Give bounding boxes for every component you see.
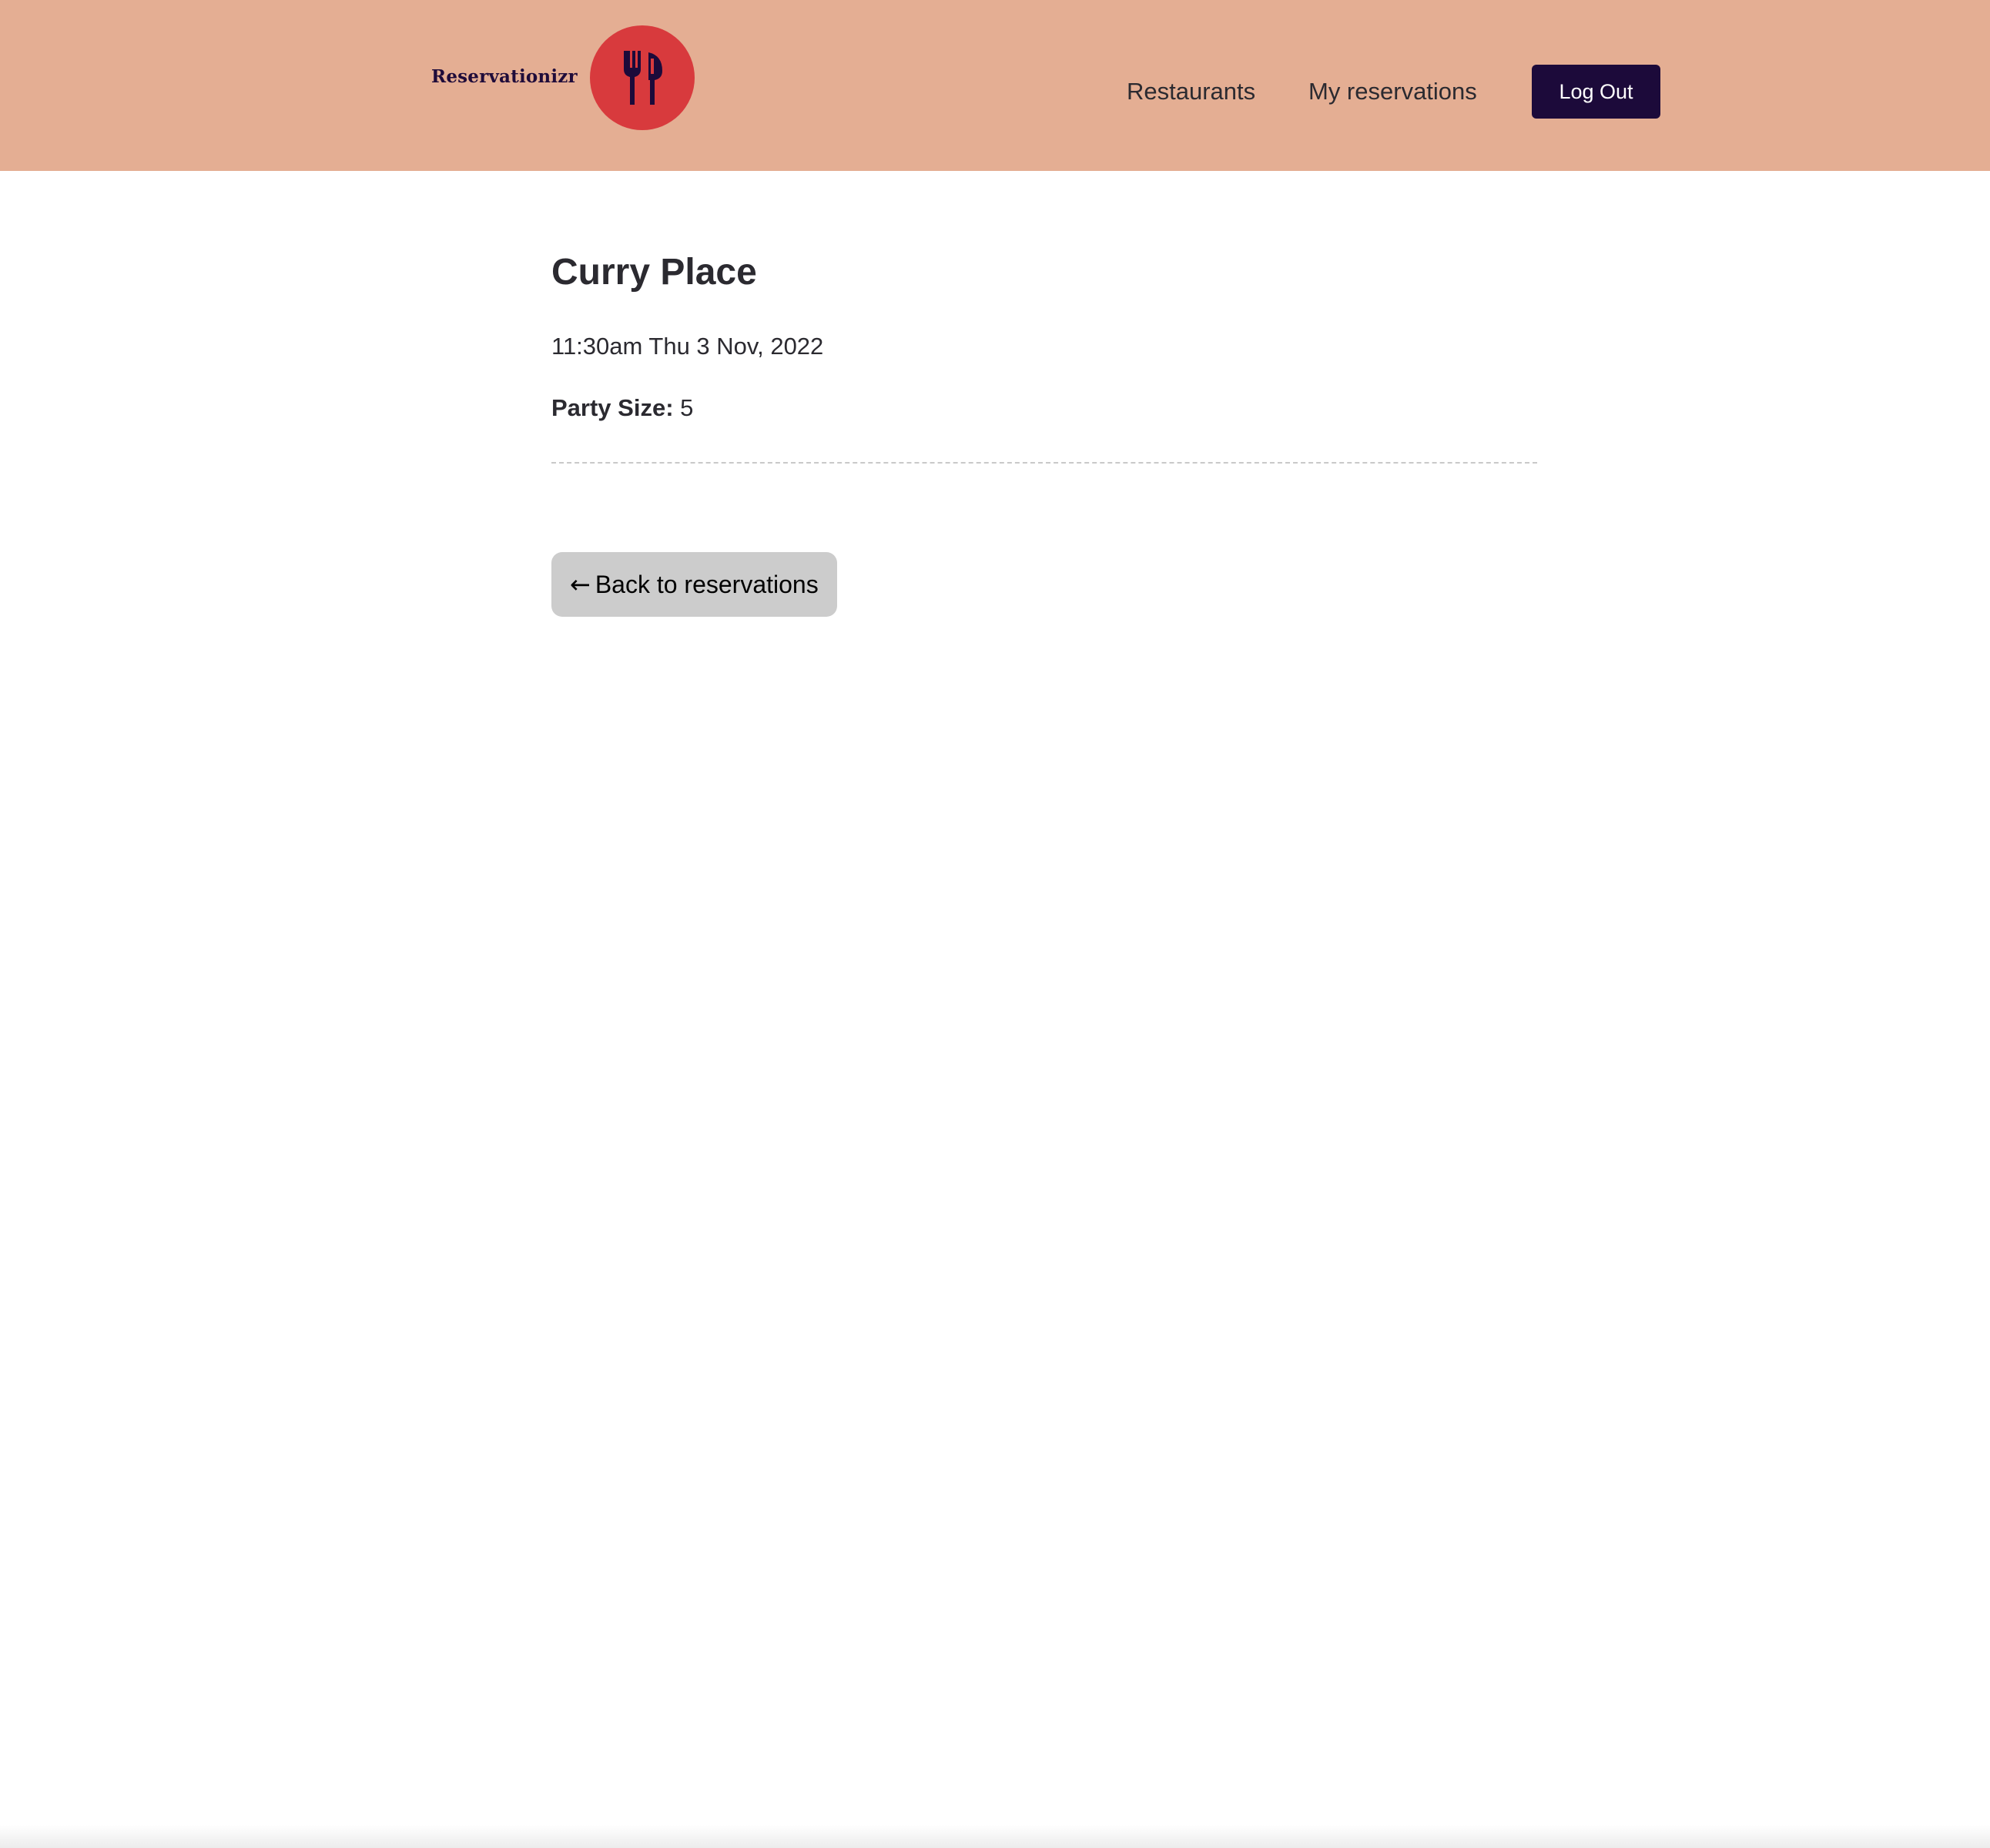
party-size-value: 5 xyxy=(680,394,694,421)
party-size: Party Size: 5 xyxy=(551,393,1537,424)
site-header: Reservationizr Restaurants My reservatio… xyxy=(0,0,1990,171)
brand-name[interactable]: Reservationizr xyxy=(431,66,578,87)
divider xyxy=(551,462,1537,464)
logo[interactable] xyxy=(589,25,695,130)
reservation-details: Curry Place 11:30am Thu 3 Nov, 2022 Part… xyxy=(551,246,1537,617)
back-button-label: Back to reservations xyxy=(595,570,819,598)
nav-my-reservations-link[interactable]: My reservations xyxy=(1308,78,1477,105)
page-bottom-edge xyxy=(0,1825,1990,1848)
logout-button[interactable]: Log Out xyxy=(1532,65,1660,119)
party-size-label: Party Size: xyxy=(551,394,674,421)
back-to-reservations-button[interactable]: ← Back to reservations xyxy=(551,552,837,617)
restaurant-name: Curry Place xyxy=(551,252,757,293)
left-arrow-icon: ← xyxy=(570,570,591,599)
reservation-datetime: 11:30am Thu 3 Nov, 2022 xyxy=(551,333,824,360)
fork-and-knife-icon xyxy=(623,51,662,105)
brand[interactable]: Reservationizr xyxy=(431,25,695,131)
nav-restaurants-link[interactable]: Restaurants xyxy=(1127,78,1255,105)
